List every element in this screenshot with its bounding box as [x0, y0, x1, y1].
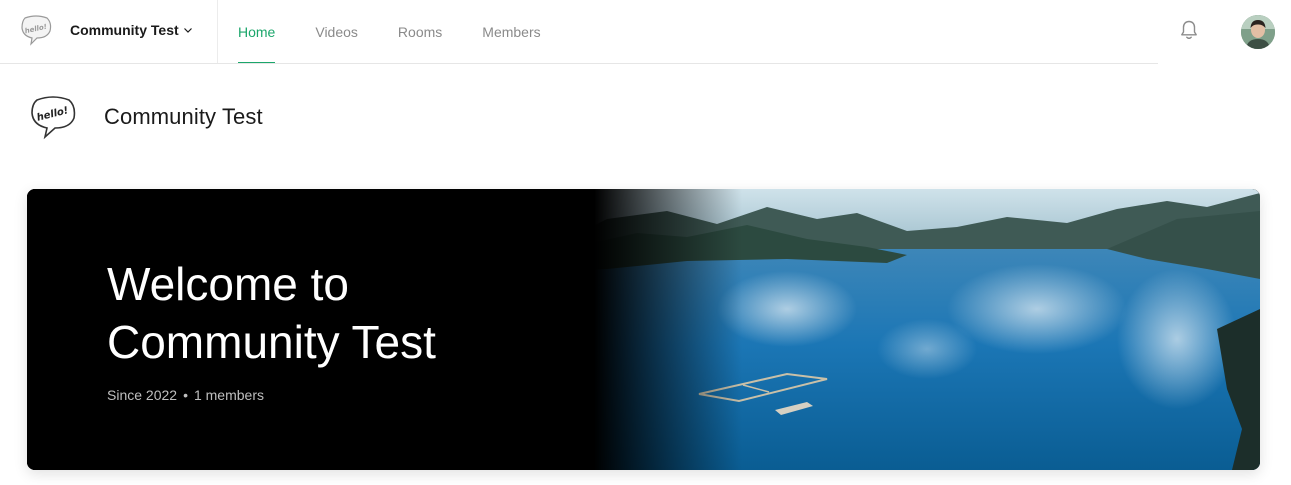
top-navigation-bar: hello! Community Test Home Videos Rooms …: [0, 0, 1291, 64]
since-year: Since 2022: [107, 387, 178, 403]
hello-speech-bubble-icon[interactable]: hello!: [19, 13, 53, 47]
bell-icon[interactable]: [1177, 18, 1201, 42]
community-switcher[interactable]: Community Test: [70, 20, 193, 40]
welcome-hero-banner: Welcome to Community Test Since 2022 • 1…: [27, 189, 1260, 470]
topbar-bottom-border: [0, 63, 1158, 64]
nav-tab-label: Members: [482, 24, 541, 40]
topbar-divider: [217, 0, 218, 64]
community-switcher-label: Community Test: [70, 22, 179, 38]
nav-tab-label: Home: [238, 24, 276, 40]
nav-tab-videos[interactable]: Videos: [315, 0, 358, 64]
member-count: 1 members: [193, 387, 264, 403]
nav-tab-rooms[interactable]: Rooms: [398, 0, 442, 64]
hero-title: Welcome to Community Test: [107, 258, 436, 368]
hero-meta: Since 2022 • 1 members: [107, 387, 264, 403]
nav-tab-members[interactable]: Members: [482, 0, 540, 64]
meta-separator: •: [183, 387, 188, 403]
nav-tab-label: Videos: [315, 24, 358, 40]
nav-tab-label: Rooms: [397, 24, 443, 40]
community-name: Community Test: [104, 104, 263, 129]
main-nav: Home Videos Rooms Members: [238, 0, 581, 64]
user-avatar[interactable]: [1241, 15, 1275, 49]
nav-tab-home[interactable]: Home: [238, 0, 276, 64]
chevron-down-icon: [183, 28, 192, 33]
community-logo: hello!: [28, 92, 78, 142]
